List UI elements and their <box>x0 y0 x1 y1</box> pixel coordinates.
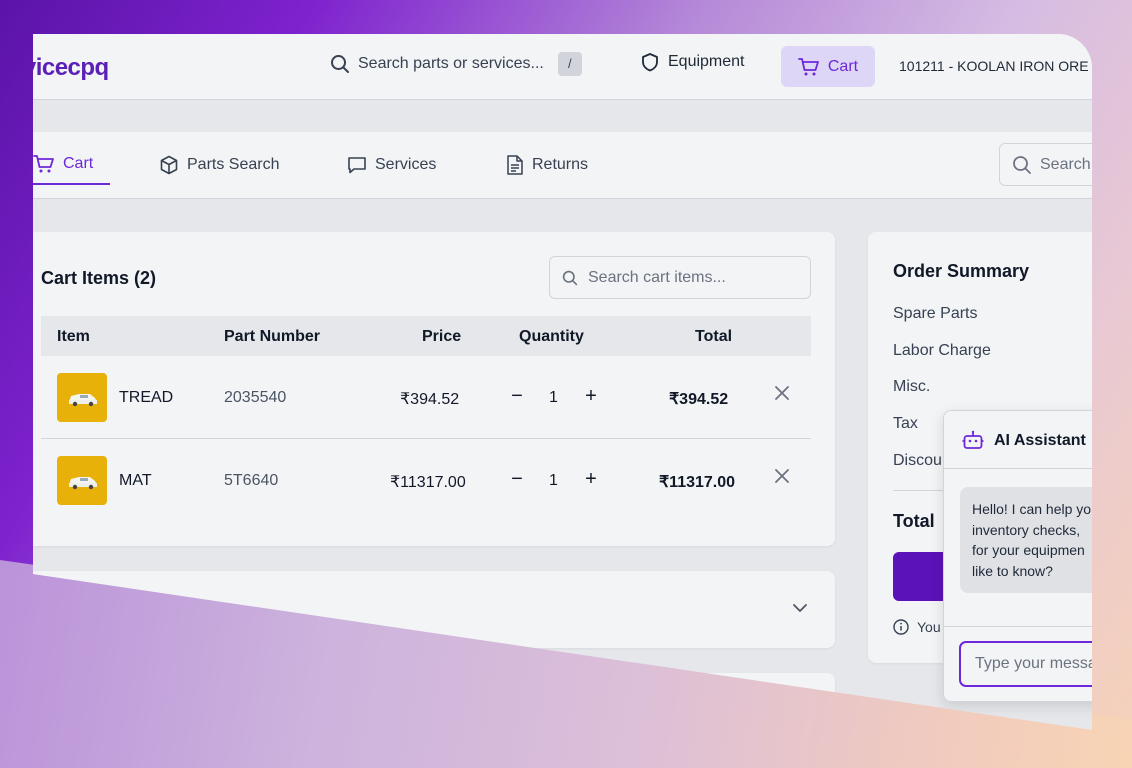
message-icon <box>348 157 366 174</box>
summary-line-spare-parts: Spare Parts <box>893 305 978 322</box>
column-header-item: Item <box>57 328 90 345</box>
cart-items-title: Cart Items (2) <box>41 268 157 288</box>
account-selector[interactable]: 101211 - KOOLAN IRON ORE I <box>899 58 1092 74</box>
item-price: ₹11317.00 <box>390 474 466 491</box>
part-number: 2035540 <box>224 389 287 406</box>
summary-total-label: Total <box>893 511 935 531</box>
search-icon <box>562 270 578 285</box>
equipment-label: Equipment <box>668 53 745 70</box>
ai-assistant-header: AI Assistant <box>944 411 1092 469</box>
ai-assistant-panel: AI Assistant Hello! I can help yo invent… <box>943 410 1092 702</box>
table-row: MAT 5T6640 ₹11317.00 − 1 + ₹11317.00 <box>41 439 811 522</box>
quantity-decrease-button[interactable]: − <box>507 468 527 491</box>
document-icon <box>507 155 523 175</box>
ai-message-bubble: Hello! I can help yo inventory checks, f… <box>960 487 1092 593</box>
search-shortcut-badge: / <box>557 52 582 76</box>
close-icon <box>775 469 789 483</box>
search-icon <box>1013 155 1031 174</box>
item-name: MAT <box>119 472 152 489</box>
order-summary-title: Order Summary <box>893 261 1030 281</box>
cube-icon <box>160 155 178 175</box>
product-thumbnail <box>57 373 107 422</box>
global-search[interactable]: Search parts or services... / <box>330 52 582 76</box>
tab-cart-label: Cart <box>63 155 94 172</box>
summary-line-tax: Tax <box>893 415 918 432</box>
item-total: ₹394.52 <box>669 391 729 408</box>
remove-item-button[interactable] <box>775 466 789 489</box>
summary-line-misc: Misc. <box>893 378 931 395</box>
tab-returns[interactable]: Returns <box>506 155 588 175</box>
ai-message-line: for your equipmen <box>972 542 1085 558</box>
tab-services[interactable]: Services <box>347 155 436 175</box>
column-header-total: Total <box>695 328 733 345</box>
chevron-down-icon[interactable] <box>793 600 807 618</box>
shield-icon <box>642 53 658 72</box>
remove-item-button[interactable] <box>775 383 789 406</box>
tab-services-label: Services <box>375 156 437 173</box>
ai-message-line: like to know? <box>972 562 1053 579</box>
close-icon <box>775 386 789 400</box>
ai-input-placeholder: Type your messa <box>975 655 1092 672</box>
equipment-button[interactable]: Equipment <box>640 52 745 72</box>
cart-button[interactable]: Cart <box>781 46 875 87</box>
quantity-value[interactable]: 1 <box>549 389 558 407</box>
cart-search-placeholder: Search cart items... <box>588 268 726 286</box>
column-header-price: Price <box>422 328 462 345</box>
cart-search-input[interactable]: Search cart items... <box>549 256 811 299</box>
summary-line-discount: Discou <box>893 452 942 469</box>
ai-message-line: inventory checks, <box>972 521 1081 538</box>
item-name: TREAD <box>119 389 174 406</box>
summary-note: You <box>893 619 941 635</box>
tab-search-placeholder: Search <box>1040 155 1091 173</box>
robot-icon <box>962 430 984 449</box>
tab-parts-search[interactable]: Parts Search <box>159 155 279 175</box>
quantity-decrease-button[interactable]: − <box>507 385 527 408</box>
part-number: 5T6640 <box>224 472 279 489</box>
item-price: ₹394.52 <box>400 391 460 408</box>
tab-search-input[interactable]: Search <box>999 143 1092 186</box>
cart-icon <box>33 155 54 173</box>
ai-message-line: Hello! I can help yo <box>972 501 1092 517</box>
summary-note-text: You <box>917 619 941 635</box>
brand-logo[interactable]: rvicecpq <box>33 54 109 82</box>
cart-icon <box>797 57 819 75</box>
item-total: ₹11317.00 <box>659 474 736 491</box>
tab-parts-search-label: Parts Search <box>187 156 280 173</box>
table-row: TREAD 2035540 ₹394.52 − 1 + ₹394.52 <box>41 356 811 439</box>
column-header-quantity: Quantity <box>519 328 584 345</box>
cart-button-label: Cart <box>827 57 859 75</box>
column-header-part-number: Part Number <box>224 328 321 345</box>
ai-divider <box>944 626 1092 627</box>
info-icon <box>893 619 909 635</box>
quantity-increase-button[interactable]: + <box>581 468 601 491</box>
ai-message-input[interactable]: Type your messa <box>959 641 1092 687</box>
quantity-value[interactable]: 1 <box>549 472 558 490</box>
quantity-increase-button[interactable]: + <box>581 385 601 408</box>
ai-assistant-title: AI Assistant <box>994 432 1086 449</box>
tab-returns-label: Returns <box>532 156 589 173</box>
tab-cart[interactable]: Cart <box>33 154 93 174</box>
active-tab-indicator <box>33 183 110 185</box>
search-icon <box>331 55 349 73</box>
cart-table-header: Item Part Number Price Quantity Total <box>41 316 811 356</box>
global-search-placeholder: Search parts or services... <box>358 55 544 72</box>
product-thumbnail <box>57 456 107 505</box>
summary-line-labor-charge: Labor Charge <box>893 342 991 359</box>
